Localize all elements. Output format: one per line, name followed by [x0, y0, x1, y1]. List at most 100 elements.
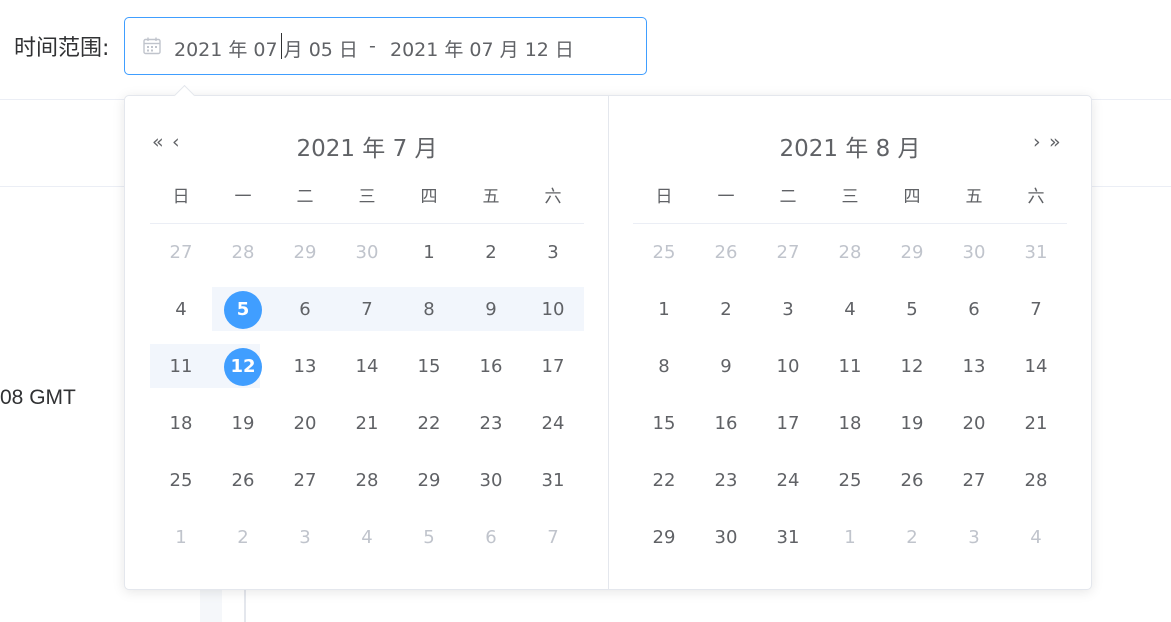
day-number: 6 — [299, 299, 311, 320]
weekday-label: 五 — [482, 187, 500, 207]
calendar-day[interactable]: 28 — [819, 224, 881, 281]
calendar-day[interactable]: 22 — [398, 395, 460, 452]
calendar-day[interactable]: 13 — [274, 338, 336, 395]
calendar-day[interactable]: 31 — [522, 452, 584, 509]
calendar-day[interactable]: 29 — [633, 509, 695, 566]
left-month-title: 2021 年 7 月 — [296, 136, 438, 162]
calendar-day[interactable]: 14 — [336, 338, 398, 395]
calendar-day[interactable]: 1 — [633, 281, 695, 338]
calendar-day[interactable]: 3 — [757, 281, 819, 338]
calendar-day[interactable]: 7 — [336, 281, 398, 338]
day-number: 23 — [479, 413, 503, 434]
calendar-day[interactable]: 1 — [398, 224, 460, 281]
calendar-day[interactable]: 9 — [460, 281, 522, 338]
calendar-day[interactable]: 1 — [150, 509, 212, 566]
calendar-day[interactable]: 18 — [150, 395, 212, 452]
calendar-day[interactable]: 5 — [881, 281, 943, 338]
day-number: 15 — [417, 356, 441, 377]
calendar-day[interactable]: 4 — [150, 281, 212, 338]
calendar-day[interactable]: 31 — [1005, 224, 1067, 281]
calendar-day[interactable]: 24 — [757, 452, 819, 509]
calendar-day[interactable]: 27 — [757, 224, 819, 281]
calendar-day[interactable]: 3 — [274, 509, 336, 566]
end-date-input[interactable]: 2021 年 07 月 12 日 — [390, 35, 574, 62]
day-number: 24 — [541, 413, 565, 434]
calendar-day[interactable]: 22 — [633, 452, 695, 509]
calendar-day[interactable]: 12 — [881, 338, 943, 395]
calendar-day[interactable]: 26 — [695, 224, 757, 281]
calendar-day[interactable]: 7 — [522, 509, 584, 566]
calendar-day[interactable]: 16 — [460, 338, 522, 395]
calendar-day[interactable]: 16 — [695, 395, 757, 452]
calendar-day[interactable]: 26 — [212, 452, 274, 509]
calendar-day[interactable]: 28 — [336, 452, 398, 509]
calendar-day[interactable]: 29 — [274, 224, 336, 281]
calendar-day[interactable]: 3 — [943, 509, 1005, 566]
calendar-day[interactable]: 19 — [881, 395, 943, 452]
calendar-day[interactable]: 7 — [1005, 281, 1067, 338]
weekday-label: 四 — [903, 187, 921, 207]
calendar-day[interactable]: 27 — [274, 452, 336, 509]
calendar-day[interactable]: 1 — [819, 509, 881, 566]
calendar-day[interactable]: 2 — [695, 281, 757, 338]
calendar-day[interactable]: 4 — [336, 509, 398, 566]
calendar-day[interactable]: 21 — [1005, 395, 1067, 452]
calendar-day[interactable]: 18 — [819, 395, 881, 452]
calendar-day[interactable]: 4 — [1005, 509, 1067, 566]
calendar-day[interactable]: 25 — [150, 452, 212, 509]
calendar-day[interactable]: 15 — [633, 395, 695, 452]
calendar-day[interactable]: 21 — [336, 395, 398, 452]
calendar-day[interactable]: 31 — [757, 509, 819, 566]
calendar-day[interactable]: 25 — [633, 224, 695, 281]
calendar-day[interactable]: 2 — [212, 509, 274, 566]
day-number: 27 — [776, 242, 800, 263]
calendar-day[interactable]: 3 — [522, 224, 584, 281]
calendar-day[interactable]: 25 — [819, 452, 881, 509]
calendar-day[interactable]: 10 — [757, 338, 819, 395]
calendar-day[interactable]: 30 — [460, 452, 522, 509]
next-year-button[interactable]: » — [1049, 130, 1061, 154]
calendar-day[interactable]: 30 — [695, 509, 757, 566]
calendar-day[interactable]: 15 — [398, 338, 460, 395]
calendar-day[interactable]: 6 — [943, 281, 1005, 338]
calendar-day[interactable]: 28 — [1005, 452, 1067, 509]
calendar-day[interactable]: 17 — [522, 338, 584, 395]
calendar-day[interactable]: 11 — [150, 338, 212, 395]
calendar-day[interactable]: 6 — [274, 281, 336, 338]
next-month-button[interactable]: › — [1033, 130, 1041, 154]
calendar-day[interactable]: 26 — [881, 452, 943, 509]
calendar-day[interactable]: 5 — [212, 281, 274, 338]
calendar-day[interactable]: 14 — [1005, 338, 1067, 395]
calendar-day[interactable]: 24 — [522, 395, 584, 452]
calendar-day[interactable]: 27 — [943, 452, 1005, 509]
start-date-input[interactable]: 2021 年 07 月 05 日 — [174, 35, 358, 62]
calendar-day[interactable]: 2 — [881, 509, 943, 566]
day-number: 31 — [1024, 242, 1048, 263]
bg-column-border — [244, 590, 246, 622]
date-range-input[interactable]: 2021 年 07 月 05 日 - 2021 年 07 月 12 日 — [124, 17, 647, 75]
calendar-day[interactable]: 9 — [695, 338, 757, 395]
calendar-day[interactable]: 12 — [212, 338, 274, 395]
calendar-day[interactable]: 2 — [460, 224, 522, 281]
calendar-day[interactable]: 19 — [212, 395, 274, 452]
calendar-day[interactable]: 23 — [695, 452, 757, 509]
calendar-day[interactable]: 20 — [943, 395, 1005, 452]
calendar-day[interactable]: 29 — [398, 452, 460, 509]
calendar-day[interactable]: 8 — [398, 281, 460, 338]
calendar-day[interactable]: 28 — [212, 224, 274, 281]
calendar-day[interactable]: 29 — [881, 224, 943, 281]
calendar-day[interactable]: 10 — [522, 281, 584, 338]
calendar-day[interactable]: 4 — [819, 281, 881, 338]
calendar-day[interactable]: 11 — [819, 338, 881, 395]
calendar-day[interactable]: 5 — [398, 509, 460, 566]
date-range-panel: « ‹ 2021 年 7 月 日一二三四五六 27 28 29 30 1 2 3 4 5 6 7 8 9… — [124, 95, 1092, 590]
calendar-day[interactable]: 13 — [943, 338, 1005, 395]
calendar-day[interactable]: 30 — [336, 224, 398, 281]
calendar-day[interactable]: 8 — [633, 338, 695, 395]
calendar-day[interactable]: 30 — [943, 224, 1005, 281]
calendar-day[interactable]: 20 — [274, 395, 336, 452]
calendar-day[interactable]: 6 — [460, 509, 522, 566]
calendar-day[interactable]: 17 — [757, 395, 819, 452]
calendar-day[interactable]: 27 — [150, 224, 212, 281]
calendar-day[interactable]: 23 — [460, 395, 522, 452]
